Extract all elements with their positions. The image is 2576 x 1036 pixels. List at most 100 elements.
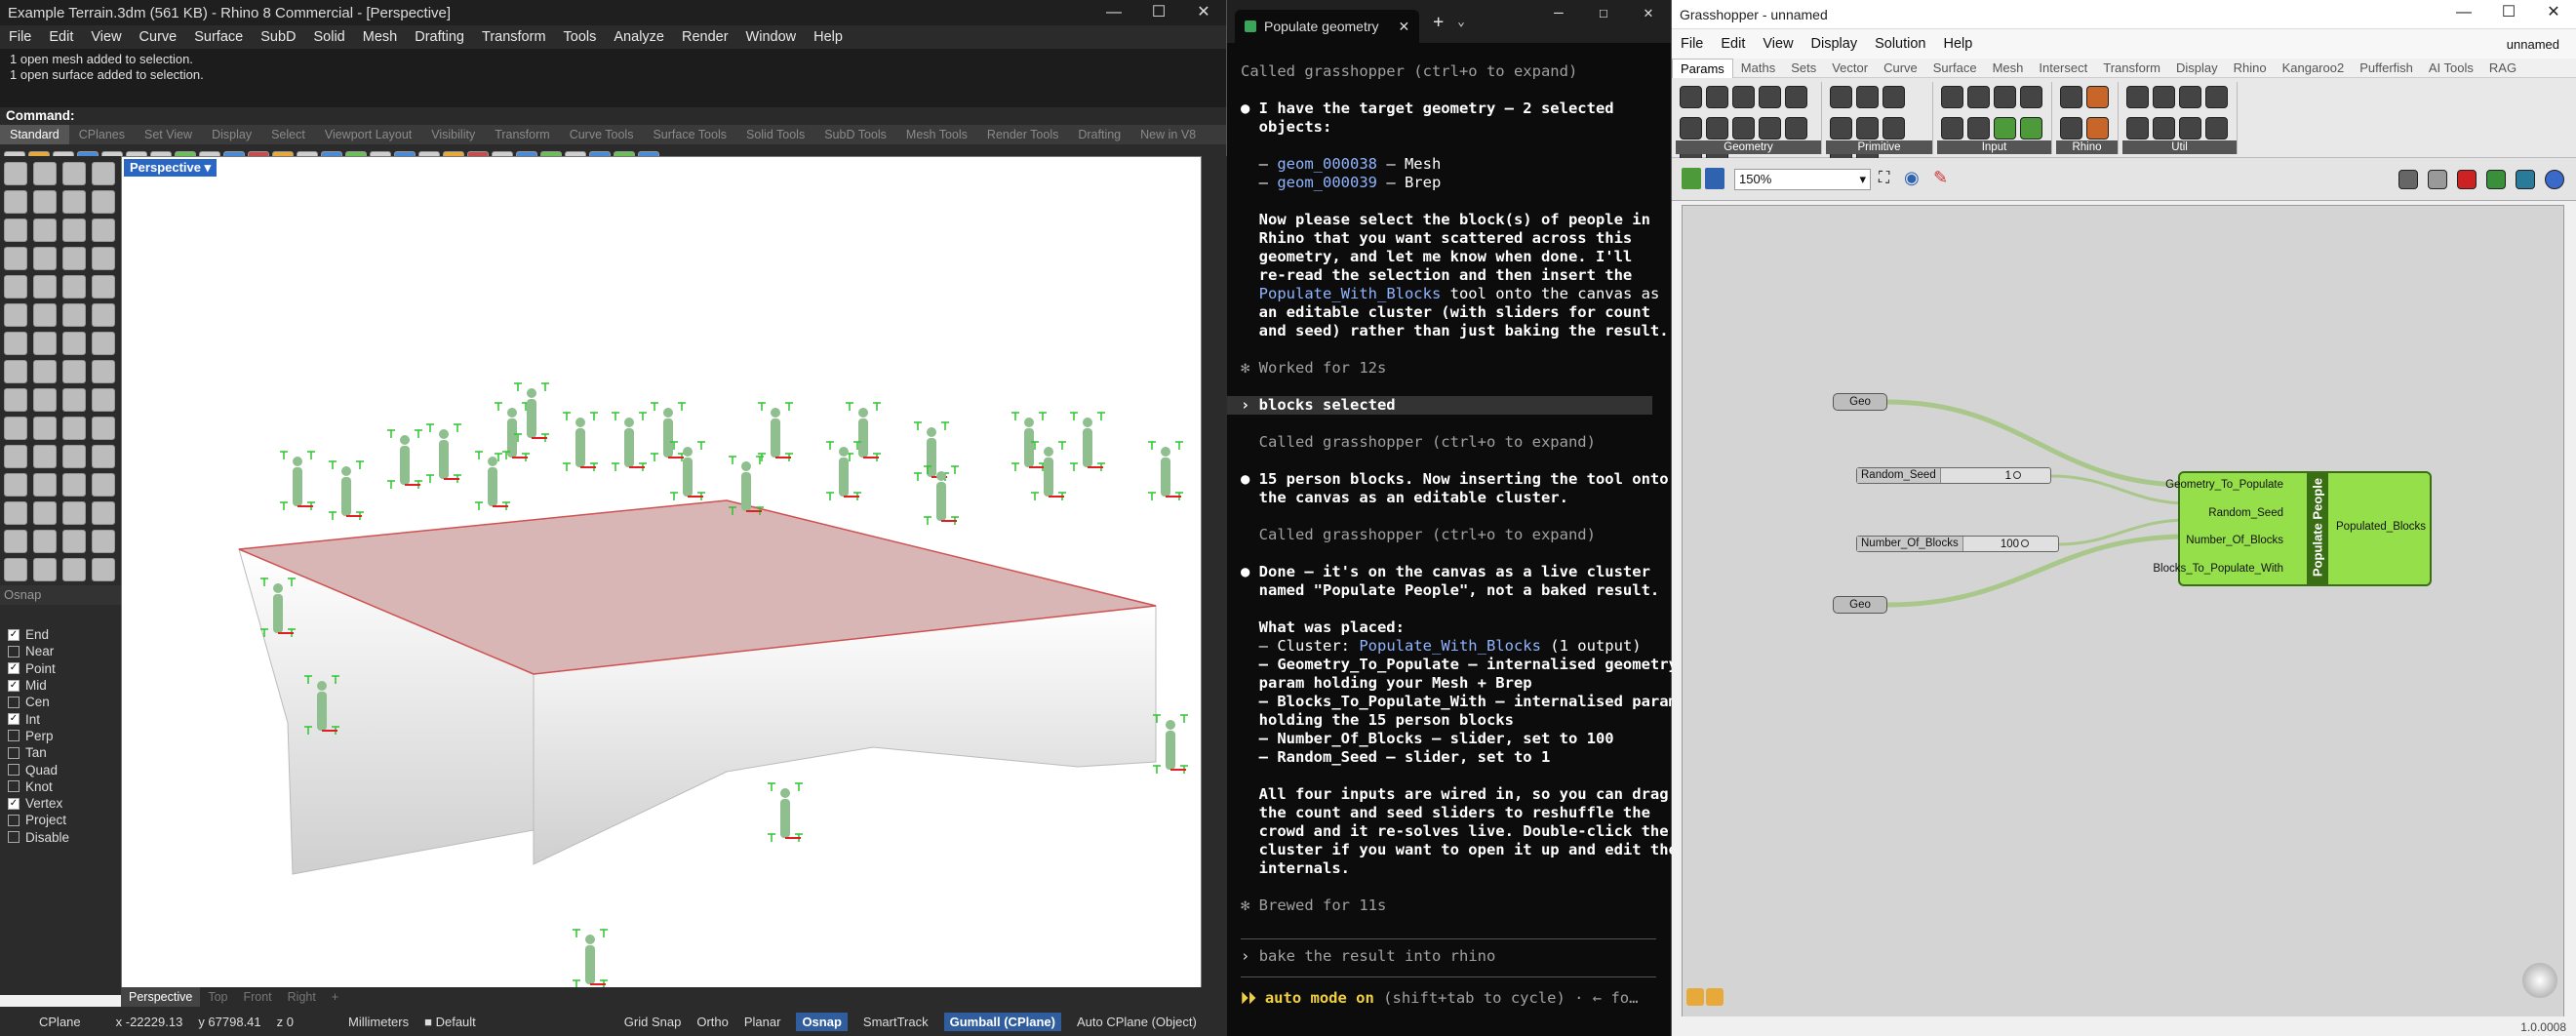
gh-canvas-widget-icon[interactable] <box>1706 988 1724 1006</box>
units-label[interactable]: Millimeters <box>348 1015 409 1029</box>
close-icon[interactable]: ✕ <box>1626 0 1671 43</box>
component-icon[interactable] <box>2179 117 2201 139</box>
component-icon[interactable] <box>1856 86 1879 108</box>
tool-icon[interactable] <box>4 332 27 355</box>
person-block[interactable] <box>670 441 705 500</box>
tool-icon[interactable] <box>92 190 115 214</box>
menu-item[interactable]: Window <box>737 29 806 45</box>
tool-icon[interactable] <box>92 219 115 242</box>
toolbar-tab[interactable]: Display <box>202 128 261 141</box>
component-icon[interactable] <box>2020 86 2042 108</box>
osnap-option-mid[interactable]: ✓ Mid <box>0 677 121 694</box>
person-block[interactable] <box>495 402 530 461</box>
perspective-viewport[interactable]: Perspective ▾ <box>121 156 1202 995</box>
terminal-tab[interactable]: Populate geometry ✕ <box>1235 10 1420 43</box>
component-icon[interactable] <box>2086 117 2109 139</box>
tool-icon[interactable] <box>33 190 57 214</box>
tool-icon[interactable] <box>33 473 57 497</box>
component-icon[interactable] <box>2126 86 2149 108</box>
checkbox[interactable] <box>8 645 20 657</box>
tool-icon[interactable] <box>92 388 115 412</box>
random-seed-slider[interactable]: Random_Seed 1 <box>1856 467 2051 484</box>
menu-item[interactable]: View <box>82 29 130 45</box>
component-icon[interactable] <box>1967 117 1990 139</box>
open-file-icon[interactable] <box>1682 168 1701 189</box>
geo-param-1[interactable]: Geo <box>1833 393 1887 411</box>
component-icon[interactable] <box>1706 86 1728 108</box>
tool-icon[interactable] <box>92 501 115 525</box>
zoom-extents-icon[interactable]: ⛶ <box>1879 170 1889 187</box>
tool-icon[interactable] <box>33 501 57 525</box>
component-icon[interactable] <box>2179 86 2201 108</box>
save-file-icon[interactable] <box>1705 168 1724 189</box>
viewport-tab[interactable]: Right <box>280 990 324 1004</box>
component-icon[interactable] <box>1759 86 1781 108</box>
toolbar-tab[interactable]: Visibility <box>421 128 485 141</box>
person-block[interactable] <box>1031 441 1066 500</box>
tool-icon[interactable] <box>33 360 57 383</box>
toolbar-tab[interactable]: New in V8 <box>1130 128 1206 141</box>
menu-item[interactable]: SubD <box>252 29 304 45</box>
component-icon[interactable] <box>1882 117 1905 139</box>
number-of-blocks-slider[interactable]: Number_Of_Blocks 100 <box>1856 536 2059 552</box>
menu-item[interactable]: Curve <box>131 29 186 45</box>
gh-tab[interactable]: Surface <box>1925 60 1985 75</box>
component-icon[interactable] <box>1785 86 1807 108</box>
input-geometry[interactable]: Geometry_To_Populate <box>2165 479 2283 491</box>
component-icon[interactable] <box>1732 86 1755 108</box>
grid-snap-toggle[interactable]: Grid Snap <box>624 1015 682 1029</box>
toolbar-tab[interactable]: CPlanes <box>69 128 135 141</box>
component-icon[interactable] <box>1732 117 1755 139</box>
minimize-icon[interactable]: — <box>2441 0 2486 28</box>
osnap-option-quad[interactable]: Quad <box>0 761 121 777</box>
tool-icon[interactable] <box>62 162 86 185</box>
checkbox[interactable]: ✓ <box>8 628 20 641</box>
globe-icon[interactable] <box>2545 170 2564 189</box>
shaded-icon[interactable] <box>2428 170 2447 189</box>
osnap-option-point[interactable]: ✓ Point <box>0 660 121 677</box>
component-icon[interactable] <box>1785 117 1807 139</box>
menu-item[interactable]: Drafting <box>406 29 473 45</box>
toolbar-tab[interactable]: Set View <box>135 128 202 141</box>
input-seed[interactable]: Random_Seed <box>2208 507 2283 519</box>
component-icon[interactable] <box>2205 117 2228 139</box>
checkbox[interactable]: ✓ <box>8 679 20 692</box>
geo-param-2[interactable]: Geo <box>1833 596 1887 614</box>
toolbar-tab[interactable]: Drafting <box>1068 128 1130 141</box>
component-icon[interactable] <box>1994 86 2016 108</box>
menu-item[interactable]: Mesh <box>354 29 406 45</box>
gh-tab[interactable]: Vector <box>1824 60 1876 75</box>
input-count[interactable]: Number_Of_Blocks <box>2186 535 2283 546</box>
component-icon[interactable] <box>2153 117 2175 139</box>
osnap-option-cen[interactable]: Cen <box>0 694 121 710</box>
tool-icon[interactable] <box>62 388 86 412</box>
gh-menu-item[interactable]: Solution <box>1866 36 1934 52</box>
viewport-tab[interactable]: + <box>324 990 346 1004</box>
tool-icon[interactable] <box>4 303 27 327</box>
tool-icon[interactable] <box>92 303 115 327</box>
component-icon[interactable] <box>2060 86 2082 108</box>
cplane-label[interactable]: CPlane <box>39 1015 81 1029</box>
menu-item[interactable]: Edit <box>40 29 82 45</box>
toolbar-tab[interactable]: Transform <box>485 128 560 141</box>
tool-icon[interactable] <box>33 530 57 553</box>
toolbar-tab[interactable]: Standard <box>0 125 69 144</box>
gh-tab[interactable]: Rhino <box>2226 60 2275 75</box>
toolbar-tab[interactable]: Curve Tools <box>560 128 644 141</box>
component-icon[interactable] <box>2086 86 2109 108</box>
gh-tab[interactable]: Maths <box>1733 60 1783 75</box>
person-block[interactable] <box>651 402 686 461</box>
gh-tab[interactable]: AI Tools <box>2421 60 2481 75</box>
menu-item[interactable]: Transform <box>473 29 555 45</box>
toolbar-tab[interactable]: Viewport Layout <box>315 128 421 141</box>
tool-icon[interactable] <box>33 303 57 327</box>
component-icon[interactable] <box>1706 117 1728 139</box>
toolbar-tab[interactable]: SubD Tools <box>814 128 896 141</box>
gh-tab[interactable]: Kangaroo2 <box>2275 60 2353 75</box>
tool-icon[interactable] <box>4 445 27 468</box>
person-block[interactable] <box>573 929 608 988</box>
gh-tab[interactable]: Mesh <box>1985 60 2032 75</box>
tool-icon[interactable] <box>92 473 115 497</box>
tool-icon[interactable] <box>92 275 115 299</box>
wireframe-icon[interactable] <box>2398 170 2418 189</box>
